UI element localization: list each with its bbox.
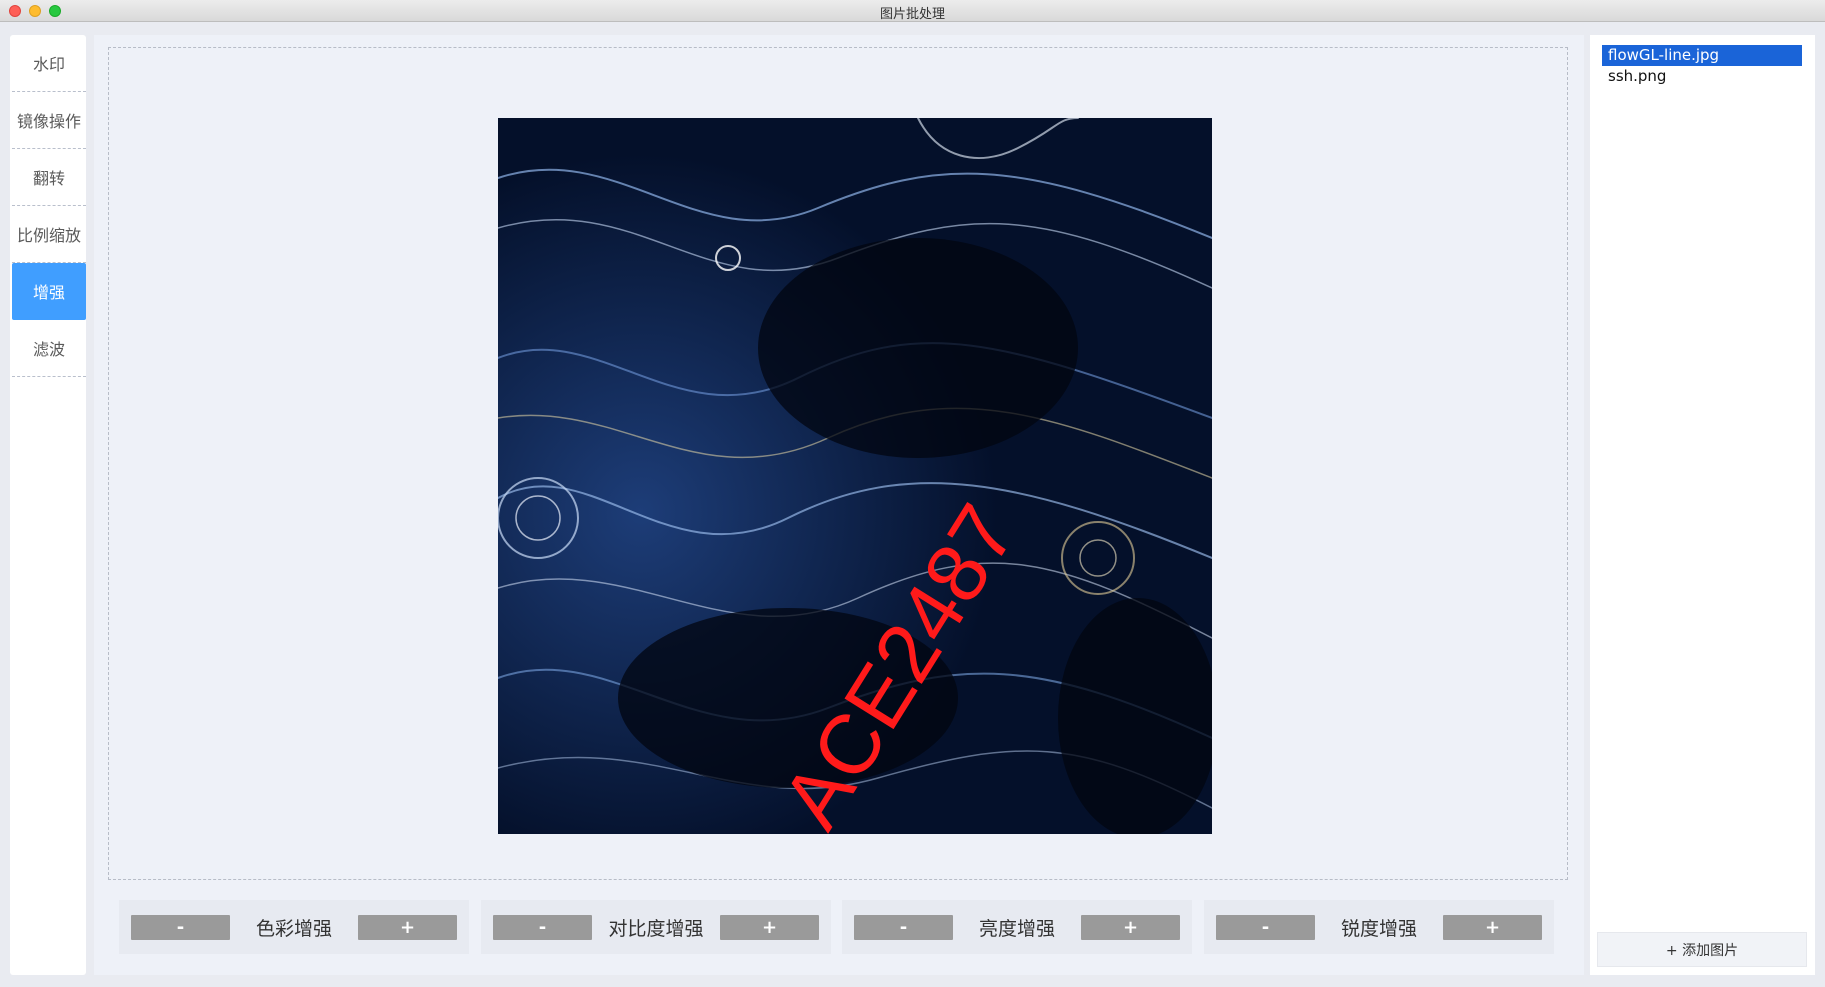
- main-area: ACE2487 - 色彩增强 + - 对比度增强 + - 亮度增强 + - 锐度…: [94, 35, 1584, 975]
- brightness-decrease-button[interactable]: -: [854, 914, 953, 940]
- file-panel: flowGL-line.jpg ssh.png + 添加图片: [1590, 35, 1815, 975]
- operation-sidebar: 水印 镜像操作 翻转 比例缩放 增强 滤波: [10, 35, 86, 975]
- contrast-enhance-label: 对比度增强: [608, 917, 704, 940]
- title-bar: 图片批处理: [0, 0, 1825, 22]
- sharpness-enhance-label: 锐度增强: [1340, 917, 1417, 940]
- color-enhance-control: - 色彩增强 +: [119, 900, 469, 954]
- color-enhance-label: 色彩增强: [255, 917, 332, 940]
- sharpness-enhance-control: - 锐度增强 +: [1204, 900, 1554, 954]
- sidebar-item-watermark[interactable]: 水印: [12, 35, 86, 92]
- window-title: 图片批处理: [879, 7, 945, 22]
- sidebar-item-flip[interactable]: 翻转: [12, 149, 86, 206]
- brightness-enhance-label: 亮度增强: [978, 917, 1055, 940]
- sidebar-item-scale[interactable]: 比例缩放: [12, 206, 86, 263]
- preview-frame: ACE2487: [108, 47, 1568, 880]
- contrast-increase-button[interactable]: +: [719, 914, 819, 940]
- contrast-decrease-button[interactable]: -: [493, 914, 592, 940]
- image-preview: ACE2487: [498, 118, 1212, 834]
- file-item[interactable]: ssh.png: [1602, 66, 1802, 87]
- file-list: flowGL-line.jpg ssh.png: [1602, 45, 1802, 87]
- sidebar-item-enhance[interactable]: 增强: [12, 263, 86, 320]
- enhance-controls: - 色彩增强 + - 对比度增强 + - 亮度增强 + - 锐度增强 +: [119, 900, 1559, 960]
- sharpness-decrease-button[interactable]: -: [1216, 914, 1315, 940]
- brightness-increase-button[interactable]: +: [1080, 914, 1180, 940]
- color-increase-button[interactable]: +: [357, 914, 457, 940]
- color-decrease-button[interactable]: -: [131, 914, 230, 940]
- flow-lines-artwork: ACE2487: [498, 118, 1212, 834]
- add-image-button[interactable]: + 添加图片: [1597, 932, 1807, 967]
- contrast-enhance-control: - 对比度增强 +: [481, 900, 831, 954]
- sidebar-item-mirror[interactable]: 镜像操作: [12, 92, 86, 149]
- sidebar-item-filter[interactable]: 滤波: [12, 320, 86, 377]
- file-item[interactable]: flowGL-line.jpg: [1602, 45, 1802, 66]
- sharpness-increase-button[interactable]: +: [1442, 914, 1542, 940]
- brightness-enhance-control: - 亮度增强 +: [842, 900, 1192, 954]
